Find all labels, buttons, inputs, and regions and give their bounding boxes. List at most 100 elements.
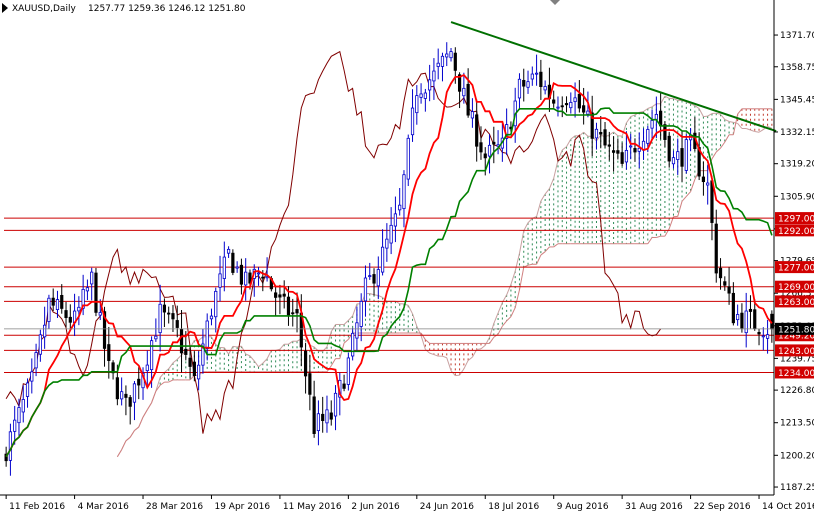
candle-body xyxy=(385,238,389,249)
senkou-span-a xyxy=(613,131,619,137)
senkou-span-a xyxy=(352,303,358,317)
senkou-span-a xyxy=(707,113,713,117)
senkou-span-b xyxy=(514,289,520,308)
candle-body xyxy=(684,139,688,171)
level-label: 1277.00 xyxy=(778,264,814,274)
candle-body xyxy=(539,71,543,87)
senkou-span-a xyxy=(720,113,726,120)
candle-body xyxy=(671,157,676,165)
senkou-span-a xyxy=(249,355,255,362)
senkou-span-a xyxy=(536,201,542,217)
senkou-span-a xyxy=(527,218,533,224)
candle-body xyxy=(389,224,393,244)
candle-body xyxy=(470,111,475,119)
senkou-span-a xyxy=(155,377,161,392)
collapse-triangle-icon[interactable] xyxy=(2,3,8,13)
candle-body xyxy=(124,393,128,398)
candle-body xyxy=(205,320,209,350)
candle-body xyxy=(239,264,244,285)
candle-body xyxy=(616,150,620,154)
candle-body xyxy=(346,357,350,385)
senkou-span-a xyxy=(497,302,503,314)
candle-body xyxy=(637,147,641,152)
candle-body xyxy=(282,293,286,297)
candle-body xyxy=(543,86,547,91)
candle-body xyxy=(650,120,654,129)
descending-trendline[interactable] xyxy=(450,21,777,133)
senkou-span-a xyxy=(245,353,251,357)
candle-body xyxy=(363,277,368,302)
candle-body xyxy=(175,320,179,328)
candle-body xyxy=(132,383,137,403)
candle-body xyxy=(624,149,629,163)
candle-body xyxy=(244,271,248,286)
time-axis: 11 Feb 2016 4 Mar 2016 28 Mar 2016 19 Apr 2… xyxy=(5,495,814,512)
senkou-span-b xyxy=(510,307,516,317)
level-label: 1234.00 xyxy=(778,369,814,379)
candle-body xyxy=(706,182,710,186)
candle-body xyxy=(21,399,25,413)
senkou-span-a xyxy=(626,116,632,124)
senkou-span-a xyxy=(198,336,204,341)
senkou-span-a xyxy=(510,271,516,285)
senkou-span-b xyxy=(489,336,495,344)
candle-body xyxy=(149,340,154,371)
senkou-span-a xyxy=(716,112,721,115)
senkou-span-a xyxy=(407,305,413,315)
senkou-span-b xyxy=(544,246,550,253)
candle-body xyxy=(569,101,573,109)
shift-marker-icon[interactable] xyxy=(550,0,560,5)
candle-body xyxy=(415,95,419,114)
candle-body xyxy=(556,106,560,109)
candle-body xyxy=(43,324,47,338)
candle-body xyxy=(393,213,398,227)
x-tick-label: 31 Aug 2016 xyxy=(625,502,683,512)
candle-body xyxy=(295,309,299,314)
candle-body xyxy=(517,78,522,99)
candle-body xyxy=(731,292,735,324)
candle-body xyxy=(629,145,633,148)
candle-body xyxy=(466,83,470,116)
level-label: 1263.00 xyxy=(778,298,814,308)
candle-body xyxy=(64,310,68,319)
senkou-span-a xyxy=(553,160,559,179)
y-tick-label: 1358.75 xyxy=(780,63,814,73)
senkou-span-b xyxy=(677,201,683,217)
senkou-span-b xyxy=(711,151,717,160)
support-resistance-levels xyxy=(4,217,774,373)
price-chart[interactable]: 1371.70 1358.75 1345.45 1332.15 1319.20 1305.… xyxy=(0,0,814,514)
senkou-span-a xyxy=(579,131,584,137)
level-labels: 1297.001292.001277.001269.001263.001249.… xyxy=(4,212,814,379)
candle-body xyxy=(94,272,98,313)
senkou-span-a xyxy=(737,123,743,129)
senkou-span-a xyxy=(746,128,751,131)
senkou-span-a xyxy=(660,95,666,105)
candle-body xyxy=(218,273,222,288)
candle-body xyxy=(406,137,410,180)
candle-body xyxy=(611,150,616,153)
x-tick-label: 4 Mar 2016 xyxy=(78,502,130,512)
candle-body xyxy=(158,303,162,334)
candle-body xyxy=(586,110,590,115)
candle-body xyxy=(308,373,312,395)
y-tick-label: 1187.25 xyxy=(780,483,814,493)
candle-body xyxy=(740,312,744,329)
senkou-span-a xyxy=(172,358,178,364)
senkou-span-a xyxy=(630,114,636,118)
candle-body xyxy=(321,413,325,422)
candle-body xyxy=(440,55,445,67)
candle-body xyxy=(90,271,94,285)
senkou-span-a xyxy=(288,340,294,345)
tenkan-sen xyxy=(5,74,773,458)
candle-body xyxy=(487,144,492,157)
senkou-span-a xyxy=(480,344,486,350)
senkou-span-b xyxy=(121,440,127,450)
senkou-span-a xyxy=(429,352,435,356)
senkou-span-a xyxy=(467,356,473,361)
candle-body xyxy=(701,176,706,183)
candle-body xyxy=(231,252,235,273)
ohlc-label: 1257.77 1259.36 1246.12 1251.80 xyxy=(88,4,246,14)
candle-body xyxy=(351,332,355,357)
candle-body xyxy=(171,313,175,320)
senkou-span-a xyxy=(583,131,589,137)
